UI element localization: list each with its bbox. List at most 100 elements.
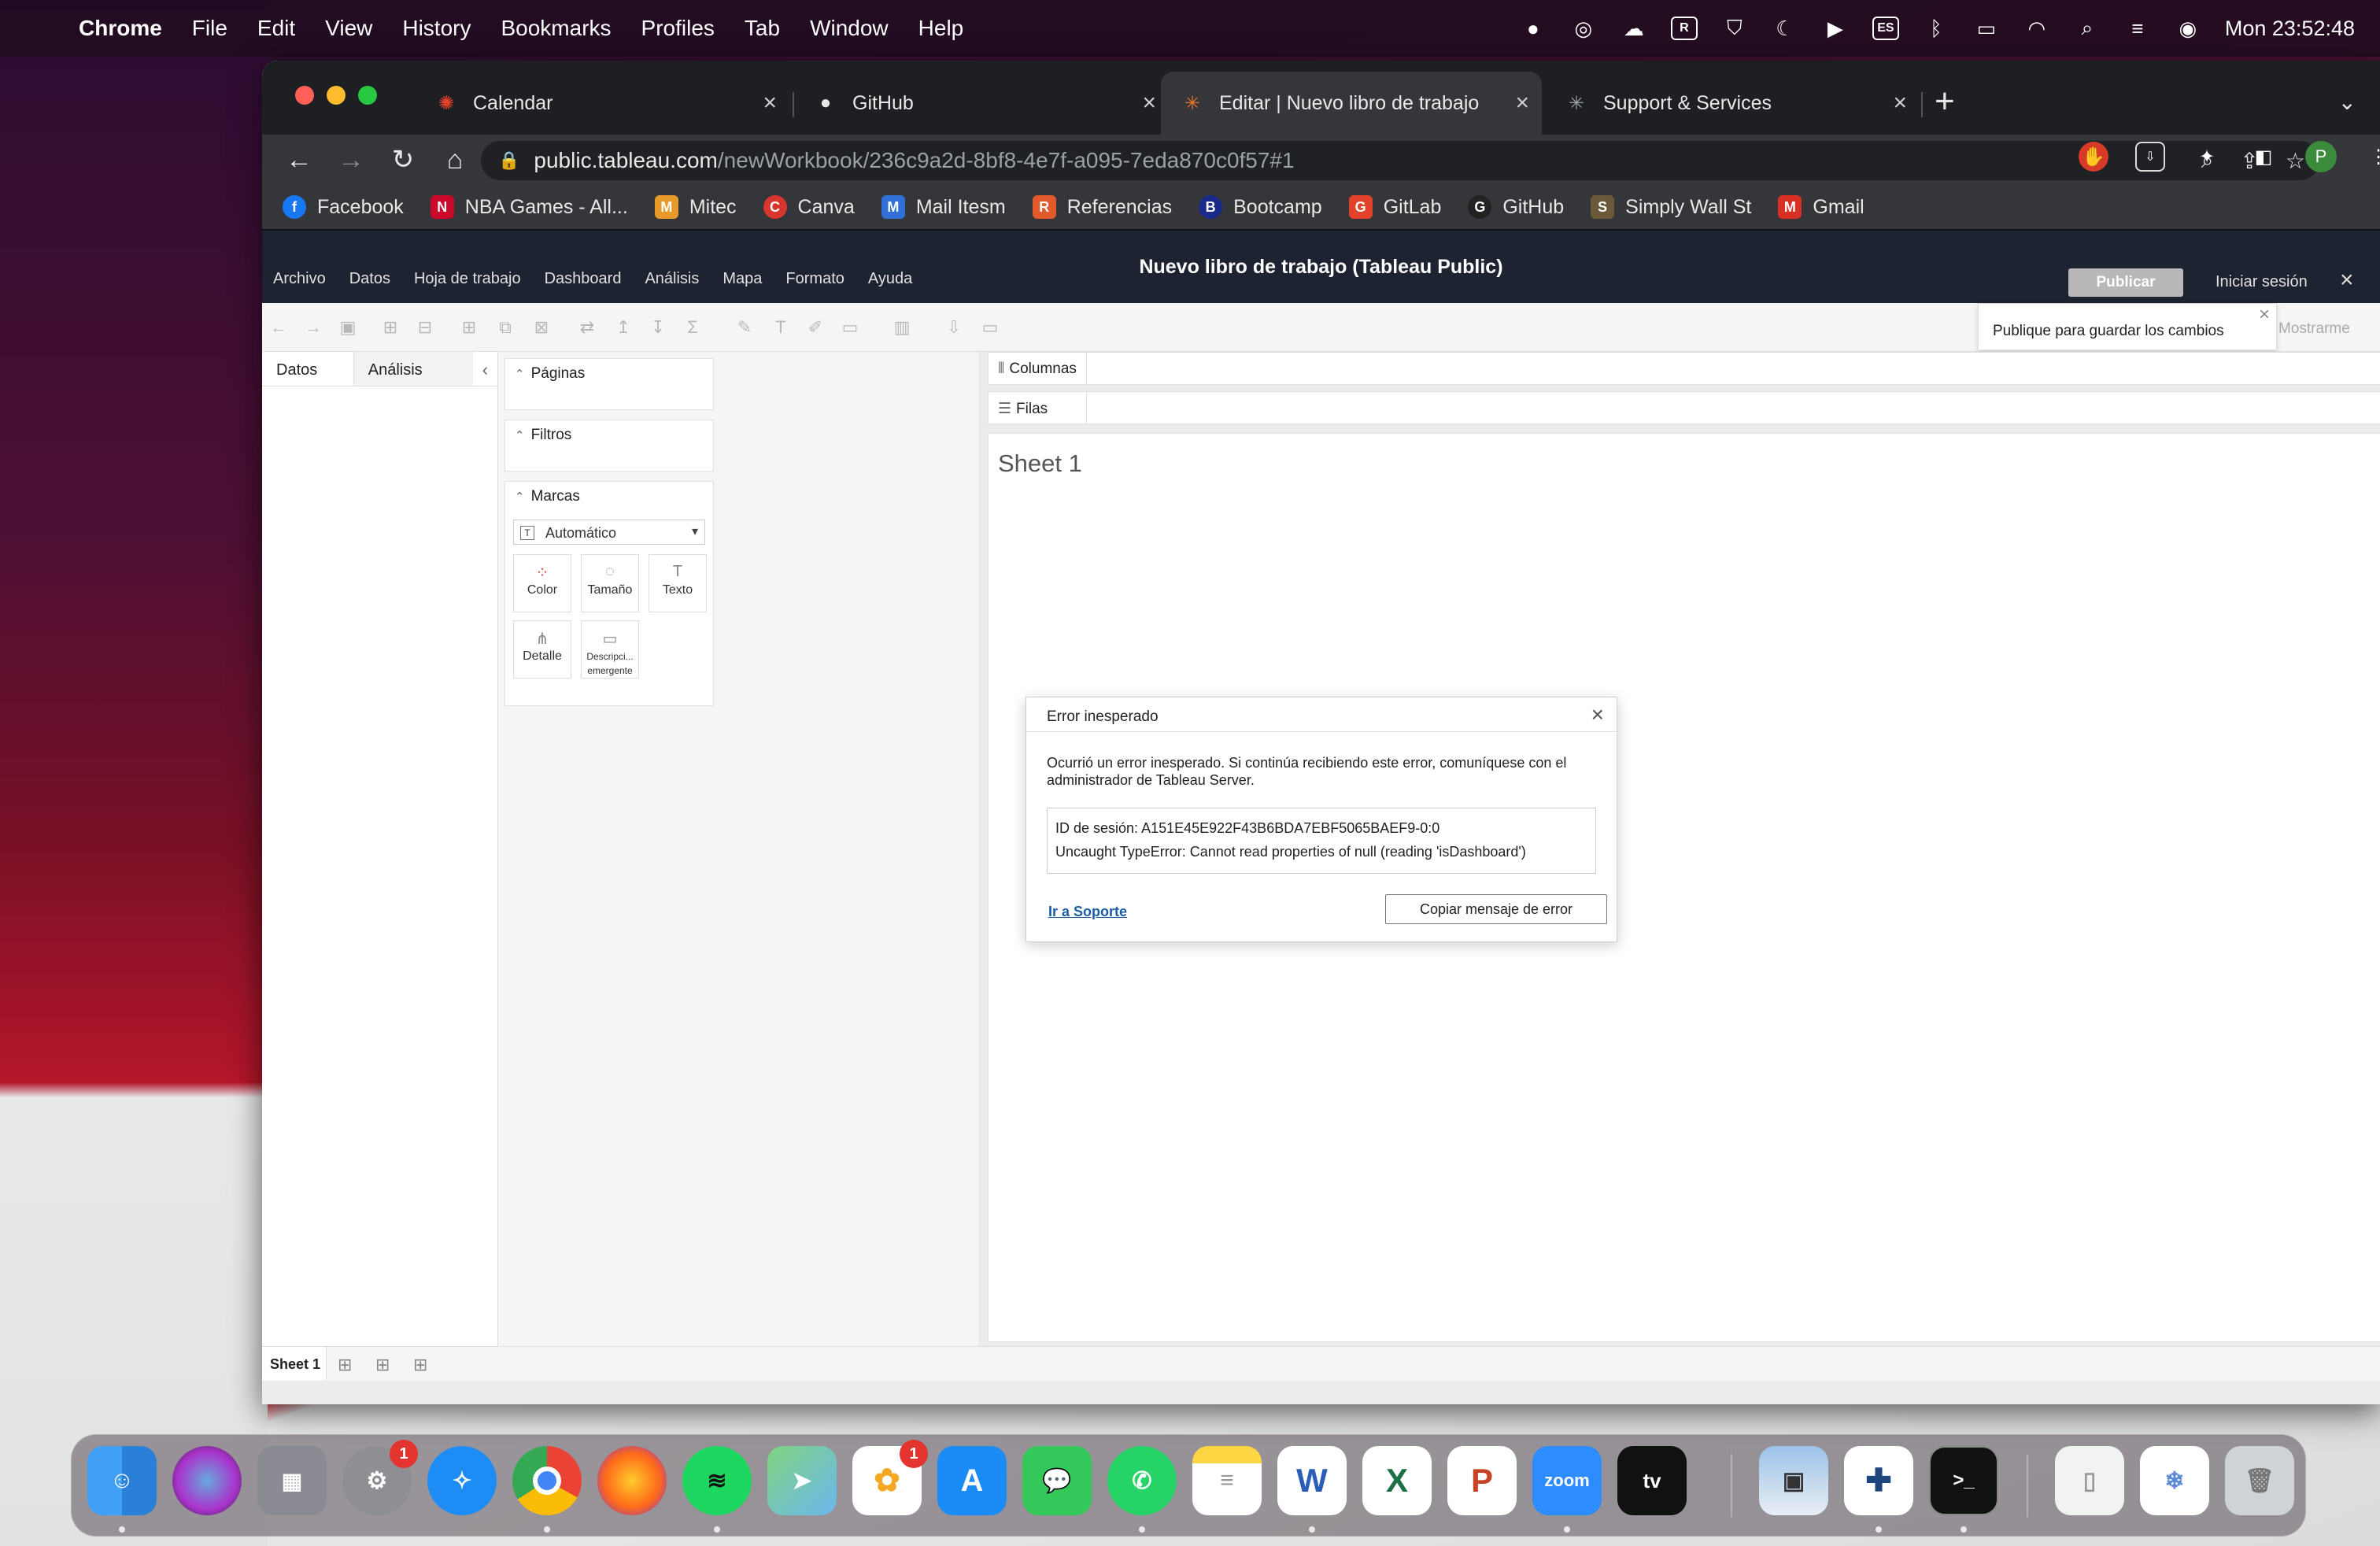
save-icon[interactable]: ▣ xyxy=(338,317,358,338)
size-mark-button[interactable]: ◌ Tamaño xyxy=(581,554,639,612)
bookmark-simply-wall-st[interactable]: S Simply Wall St xyxy=(1591,195,1751,219)
bookmark-gitlab[interactable]: G GitLab xyxy=(1348,195,1441,219)
highlight-icon[interactable]: ✎ xyxy=(734,317,755,338)
download-icon[interactable]: ⇩ xyxy=(944,317,964,338)
menu-view[interactable]: View xyxy=(325,16,372,41)
screenshot-stack-icon[interactable]: ❄ xyxy=(2140,1446,2209,1515)
sheet-tab-1[interactable]: Sheet 1 xyxy=(262,1347,327,1380)
chrome-icon[interactable] xyxy=(512,1446,582,1515)
sort-descending-icon[interactable]: ↧ xyxy=(648,317,668,338)
terminal-icon[interactable]: >_ xyxy=(1929,1446,1998,1515)
finder-icon[interactable]: ☺ xyxy=(87,1446,157,1515)
reload-icon[interactable]: ↻ xyxy=(377,144,429,176)
presentation-icon[interactable]: ▭ xyxy=(980,317,1000,338)
vpn-shield-icon[interactable]: ⛉ xyxy=(1721,15,1748,42)
bookmark-bootcamp[interactable]: B Bootcamp xyxy=(1199,195,1322,219)
undo-icon[interactable]: ← xyxy=(268,317,289,338)
close-tooltip-icon[interactable]: × xyxy=(2259,304,2270,326)
bookmark-facebook[interactable]: f Facebook xyxy=(283,195,404,219)
clear-sheet-icon[interactable]: ⊠ xyxy=(531,317,552,338)
menu-history[interactable]: History xyxy=(402,16,471,41)
spotlight-search-icon[interactable]: ⌕ xyxy=(2074,15,2101,42)
tab-search-chevron-icon[interactable]: ⌄ xyxy=(2338,89,2356,115)
tab-support-services[interactable]: ✳ Support & Services × xyxy=(1545,72,1920,135)
apple-tv-icon[interactable]: tv xyxy=(1617,1446,1687,1515)
copy-error-button[interactable]: Copiar mensaje de error xyxy=(1385,894,1607,924)
whatsapp-icon[interactable]: ✆ xyxy=(1107,1446,1177,1515)
forward-arrow-icon[interactable]: → xyxy=(325,145,377,176)
totals-icon[interactable]: Σ xyxy=(682,317,703,338)
battery-icon[interactable]: ▭ xyxy=(1973,15,2000,42)
tab-analisis[interactable]: Análisis xyxy=(353,352,473,386)
home-icon[interactable]: ⌂ xyxy=(429,145,481,176)
powerpoint-icon[interactable]: P xyxy=(1447,1446,1517,1515)
error-details-box[interactable]: ID de sesión: A151E45E922F43B6BDA7EBF506… xyxy=(1047,808,1596,874)
close-tab-icon[interactable]: × xyxy=(1515,90,1529,117)
minimize-window-button[interactable] xyxy=(327,86,346,105)
trash-icon[interactable]: 🗑 xyxy=(2225,1446,2294,1515)
control-center-icon[interactable]: ≡ xyxy=(2124,15,2151,42)
target-status-icon[interactable]: ◎ xyxy=(1570,15,1597,42)
labels-icon[interactable]: T xyxy=(771,317,791,338)
sign-in-link[interactable]: Iniciar sesión xyxy=(2216,273,2308,291)
kebab-menu-icon[interactable]: ⋮ xyxy=(2363,142,2380,172)
preview-icon[interactable]: ▣ xyxy=(1759,1446,1828,1515)
collapse-caret-icon[interactable]: ⌃ xyxy=(515,490,525,504)
pause-updates-icon[interactable]: ⊟ xyxy=(415,317,435,338)
menu-chrome[interactable]: Chrome xyxy=(79,16,162,41)
tab-datos[interactable]: Datos xyxy=(262,352,354,386)
collapse-caret-icon[interactable]: ⌃ xyxy=(515,429,525,442)
siri-icon[interactable]: ◉ xyxy=(2175,15,2201,42)
new-datasource-icon[interactable]: ⊞ xyxy=(380,317,401,338)
creative-cloud-icon[interactable]: ☁ xyxy=(1621,15,1647,42)
text-mark-button[interactable]: T Texto xyxy=(649,554,707,612)
tab-tableau-editor[interactable]: ✳ Editar | Nuevo libro de trabajo × xyxy=(1161,72,1542,135)
redo-icon[interactable]: → xyxy=(303,317,323,338)
word-icon[interactable]: W xyxy=(1277,1446,1347,1515)
input-source-icon[interactable]: ES xyxy=(1872,17,1899,40)
tab-github[interactable]: ● GitHub × xyxy=(794,72,1169,135)
maps-icon[interactable]: ➤ xyxy=(767,1446,837,1515)
format-icon[interactable]: ✐ xyxy=(805,317,826,338)
zoom-status-icon[interactable]: ● xyxy=(1520,15,1547,42)
show-me-chart-icon[interactable]: ▥ xyxy=(892,317,912,338)
menu-help[interactable]: Help xyxy=(918,16,964,41)
wifi-icon[interactable]: ◠ xyxy=(2023,15,2050,42)
extension-icon[interactable]: ⇩ xyxy=(2135,142,2165,172)
duplicate-sheet-icon[interactable]: ⧉ xyxy=(495,317,516,338)
collapse-chevron-icon[interactable]: ‹ xyxy=(473,352,497,386)
new-story-icon[interactable]: ⊞ xyxy=(413,1355,427,1375)
menu-bookmarks[interactable]: Bookmarks xyxy=(501,16,611,41)
tab-calendar[interactable]: ✺ Calendar × xyxy=(415,72,789,135)
zoom-app-icon[interactable]: zoom xyxy=(1532,1446,1602,1515)
lock-icon[interactable]: 🔒 xyxy=(498,150,519,171)
bookmark-referencias[interactable]: R Referencias xyxy=(1032,195,1172,219)
sort-ascending-icon[interactable]: ↥ xyxy=(613,317,634,338)
excel-icon[interactable]: X xyxy=(1362,1446,1432,1515)
new-dashboard-icon[interactable]: ⊞ xyxy=(375,1355,390,1375)
address-bar[interactable]: 🔒 public.tableau.com/newWorkbook/236c9a2… xyxy=(481,141,2319,180)
detail-mark-button[interactable]: ⋔ Detalle xyxy=(513,620,571,679)
tooltip-mark-button[interactable]: ▭ Descripci... emergente xyxy=(581,620,639,679)
fit-icon[interactable]: ▭ xyxy=(840,317,860,338)
bluetooth-icon[interactable]: ᛒ xyxy=(1923,15,1949,42)
menu-tab[interactable]: Tab xyxy=(745,16,780,41)
profile-avatar[interactable]: P xyxy=(2305,141,2337,172)
close-dialog-icon[interactable]: × xyxy=(1591,702,1604,727)
back-arrow-icon[interactable]: ← xyxy=(273,145,325,176)
safari-compass-icon[interactable]: ✧ xyxy=(427,1446,497,1515)
sidepanel-icon[interactable]: ◧ xyxy=(2249,142,2278,172)
menu-file[interactable]: File xyxy=(192,16,227,41)
maximize-window-button[interactable] xyxy=(358,86,377,105)
collapse-caret-icon[interactable]: ⌃ xyxy=(515,368,525,381)
close-editor-icon[interactable]: × xyxy=(2340,267,2354,294)
app-status-icon[interactable]: R xyxy=(1670,17,1698,40)
close-tab-icon[interactable]: × xyxy=(1893,90,1907,117)
play-icon[interactable]: ▶ xyxy=(1822,15,1849,42)
menubar-clock[interactable]: Mon 23:52:48 xyxy=(2225,17,2355,41)
menu-edit[interactable]: Edit xyxy=(257,16,295,41)
puzzle-extensions-icon[interactable]: ✦ xyxy=(2192,142,2222,172)
menu-profiles[interactable]: Profiles xyxy=(641,16,715,41)
new-tab-plus-icon[interactable]: + xyxy=(1935,84,1955,119)
bookmark-canva[interactable]: C Canva xyxy=(763,195,855,219)
